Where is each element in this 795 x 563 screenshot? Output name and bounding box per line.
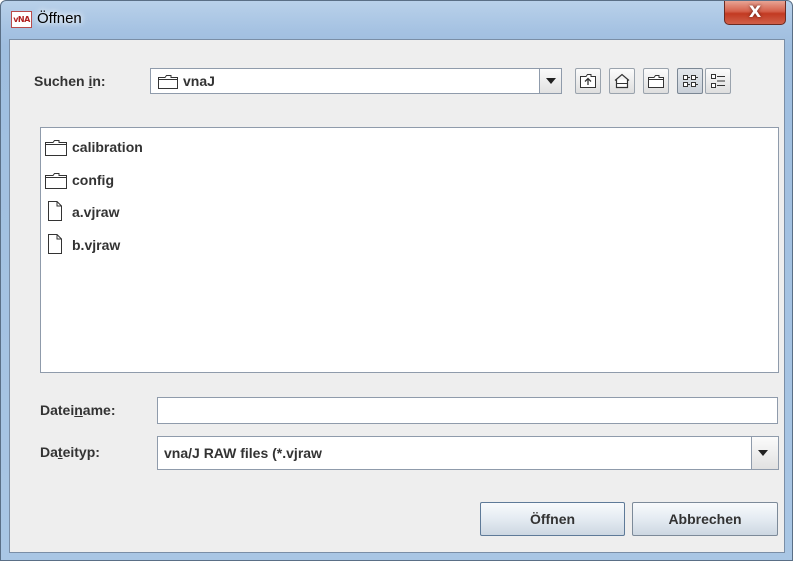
file-open-dialog: vNA Öffnen X Suchen in: vnaJ calibration… (0, 0, 793, 561)
filename-label: Dateiname: (40, 402, 116, 418)
details-view-button[interactable] (705, 68, 731, 94)
filetype-value: vna/J RAW files (*.vjraw (164, 445, 322, 461)
file-name: config (72, 172, 114, 188)
filetype-label: Dateityp: (40, 444, 100, 460)
home-icon (614, 73, 630, 89)
home-button[interactable] (609, 68, 635, 94)
list-view-button[interactable] (677, 68, 703, 94)
new-folder-button[interactable] (643, 68, 669, 94)
close-button[interactable]: X (724, 1, 786, 25)
cancel-button[interactable]: Abbrechen (632, 502, 778, 536)
folder-icon (45, 140, 67, 156)
look-in-value: vnaJ (183, 73, 215, 89)
file-icon (48, 201, 62, 221)
file-list[interactable]: calibration config a.vjraw b.vjraw (40, 127, 779, 373)
list-view-icon (683, 75, 698, 87)
up-one-level-button[interactable] (575, 68, 601, 94)
open-button[interactable]: Öffnen (480, 502, 625, 536)
window-title: Öffnen (37, 10, 82, 27)
folder-icon (158, 75, 178, 89)
vna-app-icon: vNA (11, 11, 32, 28)
folder-up-icon (580, 74, 596, 88)
file-name: b.vjraw (72, 237, 121, 253)
chevron-down-icon[interactable] (539, 69, 561, 93)
list-item[interactable]: config (45, 169, 114, 191)
look-in-label: Suchen in: (34, 73, 106, 89)
list-item[interactable]: b.vjraw (45, 234, 120, 256)
details-view-icon (711, 74, 725, 88)
folder-icon (45, 173, 67, 189)
list-item[interactable]: a.vjraw (45, 201, 119, 223)
chevron-down-icon[interactable] (751, 437, 778, 469)
file-name: calibration (72, 139, 143, 155)
new-folder-icon (648, 75, 664, 88)
file-name: a.vjraw (72, 204, 120, 220)
filetype-combo[interactable]: vna/J RAW files (*.vjraw (157, 436, 779, 470)
dialog-content: Suchen in: vnaJ calibration config a.vjr… (9, 39, 785, 553)
look-in-combo[interactable]: vnaJ (150, 68, 562, 94)
file-icon (48, 234, 62, 254)
filename-input[interactable] (157, 397, 778, 424)
list-item[interactable]: calibration (45, 136, 143, 158)
title-bar[interactable]: vNA Öffnen X (1, 1, 792, 39)
